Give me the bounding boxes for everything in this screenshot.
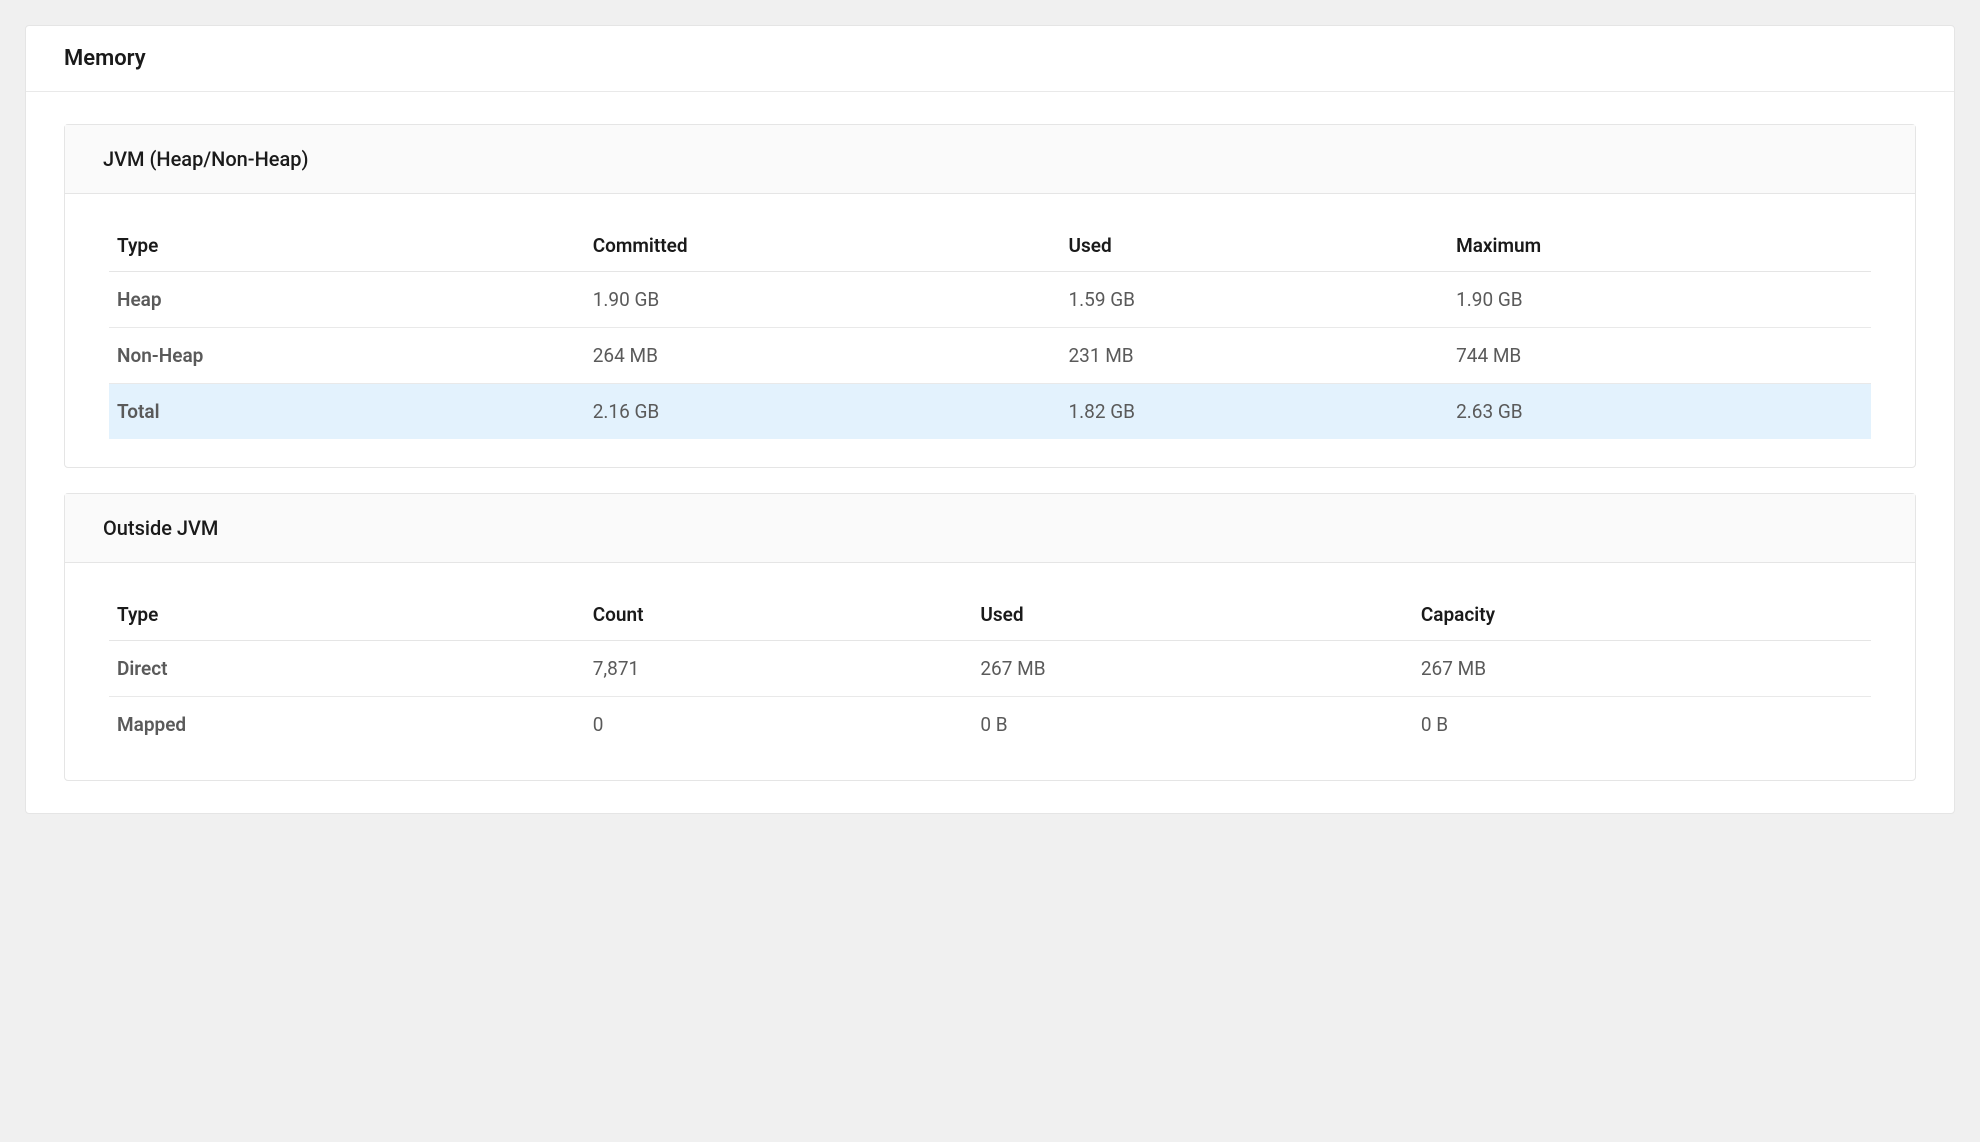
outside-direct-count: 7,871 xyxy=(585,641,973,697)
outside-mapped-count: 0 xyxy=(585,697,973,753)
outside-jvm-section-body: Type Count Used Capacity Direct 7,871 26… xyxy=(65,563,1915,780)
outside-jvm-table: Type Count Used Capacity Direct 7,871 26… xyxy=(109,591,1871,752)
jvm-header-used: Used xyxy=(1060,222,1448,272)
jvm-nonheap-committed: 264 MB xyxy=(585,328,1061,384)
jvm-heap-committed: 1.90 GB xyxy=(585,272,1061,328)
jvm-total-committed: 2.16 GB xyxy=(585,384,1061,440)
jvm-heap-type: Heap xyxy=(109,272,585,328)
jvm-section-body: Type Committed Used Maximum Heap 1.90 GB… xyxy=(65,194,1915,467)
page-title: Memory xyxy=(26,26,1954,92)
table-row: Heap 1.90 GB 1.59 GB 1.90 GB xyxy=(109,272,1871,328)
jvm-header-row: Type Committed Used Maximum xyxy=(109,222,1871,272)
jvm-table: Type Committed Used Maximum Heap 1.90 GB… xyxy=(109,222,1871,439)
jvm-heap-used: 1.59 GB xyxy=(1060,272,1448,328)
panel-body: JVM (Heap/Non-Heap) Type Committed Used … xyxy=(26,92,1954,813)
memory-panel: Memory JVM (Heap/Non-Heap) Type Committe… xyxy=(25,25,1955,814)
outside-mapped-used: 0 B xyxy=(972,697,1413,753)
outside-jvm-section: Outside JVM Type Count Used Capacity Dir… xyxy=(64,493,1916,781)
jvm-total-used: 1.82 GB xyxy=(1060,384,1448,440)
jvm-total-maximum: 2.63 GB xyxy=(1448,384,1871,440)
outside-header-count: Count xyxy=(585,591,973,641)
table-row-total: Total 2.16 GB 1.82 GB 2.63 GB xyxy=(109,384,1871,440)
table-row: Direct 7,871 267 MB 267 MB xyxy=(109,641,1871,697)
jvm-header-maximum: Maximum xyxy=(1448,222,1871,272)
outside-header-used: Used xyxy=(972,591,1413,641)
table-row: Mapped 0 0 B 0 B xyxy=(109,697,1871,753)
outside-mapped-capacity: 0 B xyxy=(1413,697,1871,753)
jvm-section: JVM (Heap/Non-Heap) Type Committed Used … xyxy=(64,124,1916,468)
jvm-total-type: Total xyxy=(109,384,585,440)
outside-direct-capacity: 267 MB xyxy=(1413,641,1871,697)
jvm-nonheap-type: Non-Heap xyxy=(109,328,585,384)
table-row: Non-Heap 264 MB 231 MB 744 MB xyxy=(109,328,1871,384)
jvm-header-committed: Committed xyxy=(585,222,1061,272)
outside-direct-type: Direct xyxy=(109,641,585,697)
jvm-heap-maximum: 1.90 GB xyxy=(1448,272,1871,328)
outside-header-capacity: Capacity xyxy=(1413,591,1871,641)
jvm-nonheap-used: 231 MB xyxy=(1060,328,1448,384)
jvm-header-type: Type xyxy=(109,222,585,272)
jvm-section-title: JVM (Heap/Non-Heap) xyxy=(65,125,1915,194)
jvm-nonheap-maximum: 744 MB xyxy=(1448,328,1871,384)
outside-direct-used: 267 MB xyxy=(972,641,1413,697)
outside-header-row: Type Count Used Capacity xyxy=(109,591,1871,641)
outside-header-type: Type xyxy=(109,591,585,641)
outside-jvm-section-title: Outside JVM xyxy=(65,494,1915,563)
outside-mapped-type: Mapped xyxy=(109,697,585,753)
